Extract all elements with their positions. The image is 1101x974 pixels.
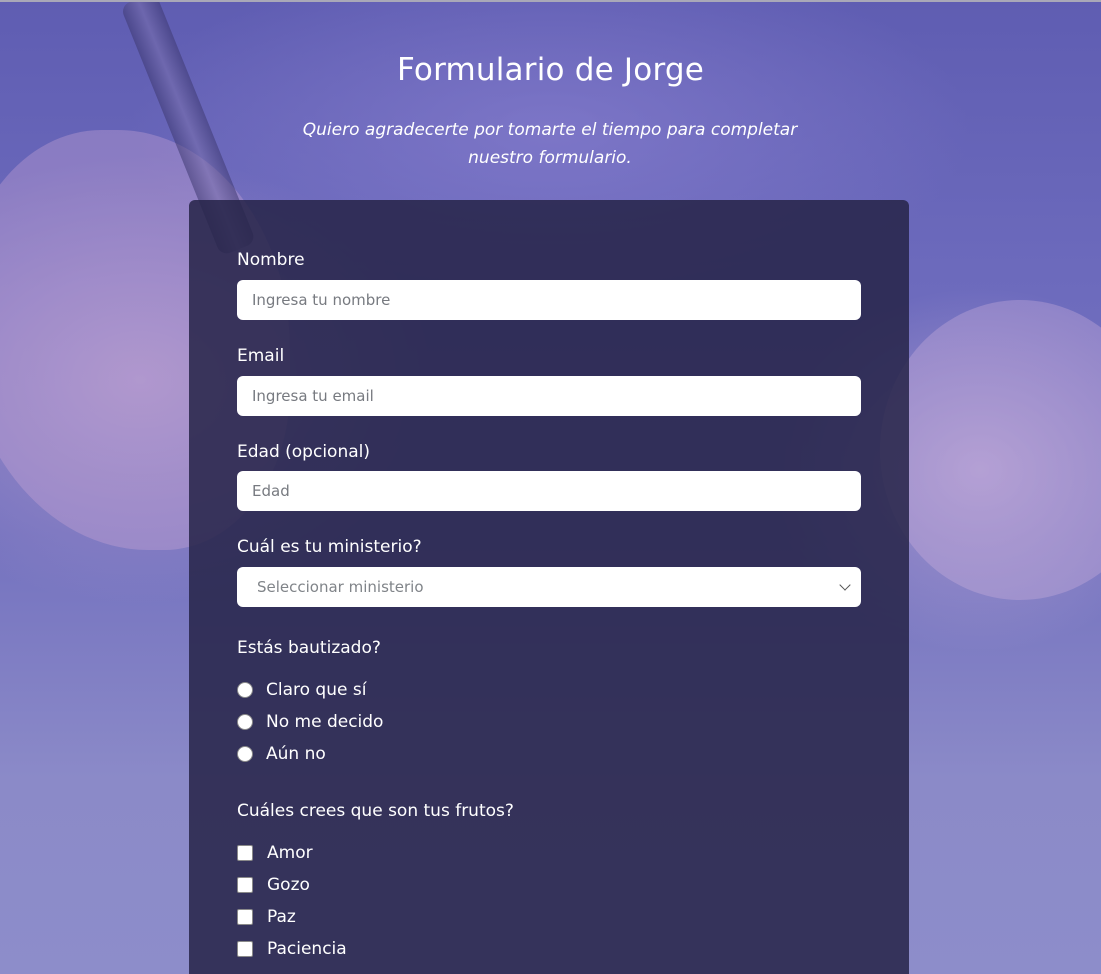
baptized-option[interactable]: No me decido — [237, 710, 383, 734]
name-input[interactable] — [237, 280, 861, 320]
checkbox[interactable] — [237, 877, 253, 893]
checkbox[interactable] — [237, 941, 253, 957]
page-title: Formulario de Jorge — [397, 52, 704, 88]
ministry-select-value: Seleccionar ministerio — [257, 578, 424, 596]
checkbox[interactable] — [237, 845, 253, 861]
radio-button[interactable] — [237, 714, 253, 730]
radio-button[interactable] — [237, 746, 253, 762]
fruit-option[interactable]: Paciencia — [237, 937, 347, 961]
baptized-option-label: Aún no — [266, 744, 326, 764]
name-label: Nombre — [237, 250, 305, 270]
fruit-option-label: Amor — [267, 843, 313, 863]
chevron-down-icon — [839, 579, 851, 591]
baptized-label: Estás bautizado? — [237, 638, 381, 658]
checkbox[interactable] — [237, 909, 253, 925]
baptized-option[interactable]: Aún no — [237, 742, 326, 766]
browser-top-border — [0, 0, 1101, 2]
fruit-option-label: Paz — [267, 907, 296, 927]
email-input[interactable] — [237, 376, 861, 416]
fruit-option[interactable]: Gozo — [237, 873, 310, 897]
baptized-option-label: Claro que sí — [266, 680, 367, 700]
fruit-option-label: Gozo — [267, 875, 310, 895]
age-input[interactable] — [237, 471, 861, 511]
email-label: Email — [237, 346, 285, 366]
radio-button[interactable] — [237, 682, 253, 698]
age-label: Edad (opcional) — [237, 442, 370, 462]
ministry-label: Cuál es tu ministerio? — [237, 537, 422, 557]
fruit-option[interactable]: Amor — [237, 841, 313, 865]
page-subtitle: Quiero agradecerte por tomarte el tiempo… — [302, 120, 798, 168]
ministry-select[interactable]: Seleccionar ministerio — [237, 567, 861, 607]
fruits-label: Cuáles crees que son tus frutos? — [237, 801, 514, 821]
background-hand-right — [880, 300, 1101, 600]
fruit-option-label: Paciencia — [267, 939, 347, 959]
fruit-option[interactable]: Paz — [237, 905, 296, 929]
baptized-option-label: No me decido — [266, 712, 384, 732]
survey-form: Nombre Email Edad (opcional) Cuál es tu … — [189, 200, 909, 974]
baptized-option[interactable]: Claro que sí — [237, 678, 366, 702]
